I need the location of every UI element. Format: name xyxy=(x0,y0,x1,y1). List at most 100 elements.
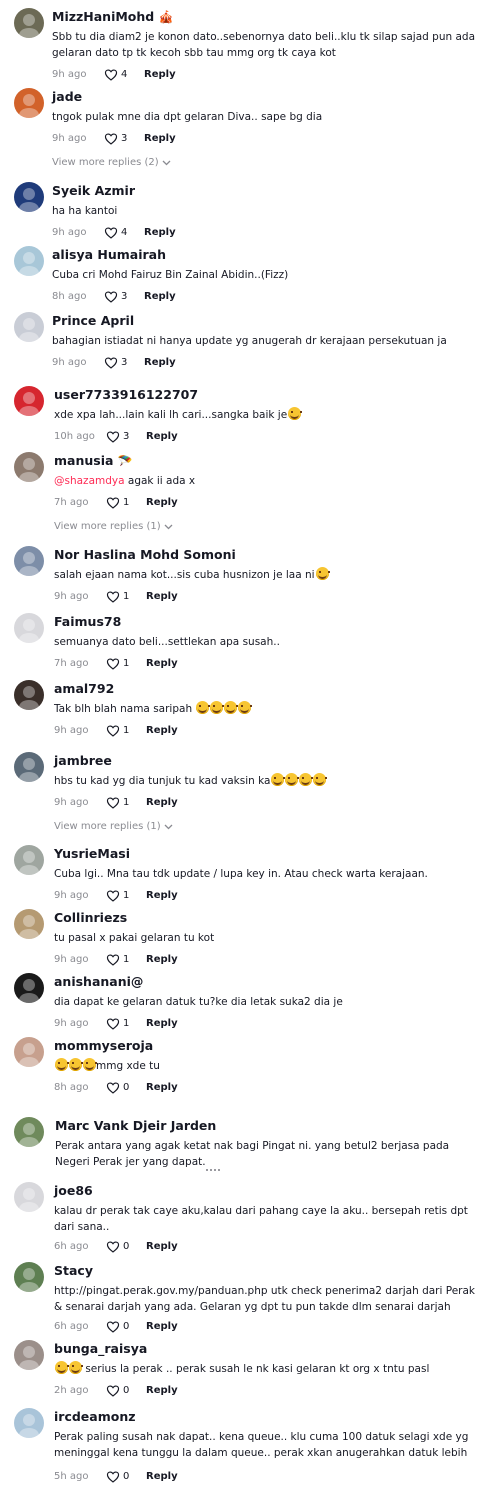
username-text[interactable]: anishanani@ xyxy=(54,974,143,989)
heart-icon[interactable] xyxy=(104,132,118,146)
avatar[interactable] xyxy=(14,1182,44,1212)
avatar[interactable] xyxy=(14,1408,44,1438)
heart-icon[interactable] xyxy=(104,68,118,82)
username[interactable]: joe86 xyxy=(54,1182,492,1200)
reply-button[interactable]: Reply xyxy=(144,69,176,80)
view-more-replies-button[interactable]: View more replies (2) xyxy=(52,157,171,168)
reply-button[interactable]: Reply xyxy=(146,890,178,901)
username[interactable]: amal792 xyxy=(54,680,492,698)
reply-button[interactable]: Reply xyxy=(146,1082,178,1093)
username[interactable]: Prince April xyxy=(52,312,492,330)
heart-icon[interactable] xyxy=(106,1384,120,1398)
username-text[interactable]: Prince April xyxy=(52,313,134,328)
username-text[interactable]: Marc Vank Djeir Jarden xyxy=(55,1118,216,1133)
username[interactable]: mommyseroja xyxy=(54,1037,492,1055)
heart-icon[interactable] xyxy=(106,889,120,903)
reply-button[interactable]: Reply xyxy=(146,1241,178,1252)
heart-icon[interactable] xyxy=(106,430,120,444)
heart-icon[interactable] xyxy=(106,657,120,671)
username-text[interactable]: Faimus78 xyxy=(54,614,121,629)
view-more-replies-label[interactable]: View more replies (1) xyxy=(54,521,161,532)
reply-button[interactable]: Reply xyxy=(146,1018,178,1029)
username-text[interactable]: Collinriezs xyxy=(54,910,127,925)
reply-button[interactable]: Reply xyxy=(144,133,176,144)
username[interactable]: user7733916122707 xyxy=(54,386,492,404)
avatar[interactable] xyxy=(14,1037,44,1067)
reply-button[interactable]: Reply xyxy=(144,291,176,302)
heart-icon[interactable] xyxy=(106,1017,120,1031)
username[interactable]: Stacy xyxy=(54,1262,492,1280)
reply-button[interactable]: Reply xyxy=(146,1321,178,1332)
avatar[interactable] xyxy=(14,386,44,416)
reply-button[interactable]: Reply xyxy=(146,658,178,669)
username-text[interactable]: bunga_raisya xyxy=(54,1341,147,1356)
username[interactable]: jambree xyxy=(54,752,492,770)
avatar[interactable] xyxy=(14,546,44,576)
username-text[interactable]: joe86 xyxy=(54,1183,93,1198)
username-text[interactable]: Stacy xyxy=(54,1263,93,1278)
username-text[interactable]: Syeik Azmir xyxy=(52,183,135,198)
reply-button[interactable]: Reply xyxy=(146,431,178,442)
avatar[interactable] xyxy=(14,680,44,710)
avatar[interactable] xyxy=(14,845,44,875)
avatar[interactable] xyxy=(14,88,44,118)
username-text[interactable]: user7733916122707 xyxy=(54,387,198,402)
reply-button[interactable]: Reply xyxy=(144,227,176,238)
avatar[interactable] xyxy=(14,312,44,342)
reply-button[interactable]: Reply xyxy=(146,497,178,508)
avatar[interactable] xyxy=(14,973,44,1003)
reply-button[interactable]: Reply xyxy=(146,725,178,736)
username[interactable]: Nor Haslina Mohd Somoni xyxy=(54,546,492,564)
avatar[interactable] xyxy=(14,613,44,643)
username-text[interactable]: amal792 xyxy=(54,681,114,696)
avatar[interactable] xyxy=(14,1262,44,1292)
view-more-replies-label[interactable]: View more replies (1) xyxy=(54,821,161,832)
username[interactable]: Collinriezs xyxy=(54,909,492,927)
username[interactable]: Syeik Azmir xyxy=(52,182,492,200)
username-text[interactable]: jade xyxy=(52,89,82,104)
heart-icon[interactable] xyxy=(106,1081,120,1095)
heart-icon[interactable] xyxy=(104,226,118,240)
avatar[interactable] xyxy=(14,1117,44,1147)
username-text[interactable]: mommyseroja xyxy=(54,1038,153,1053)
heart-icon[interactable] xyxy=(106,1470,120,1484)
avatar[interactable] xyxy=(14,8,44,38)
username-text[interactable]: ircdeamonz xyxy=(54,1409,136,1424)
username-text[interactable]: Nor Haslina Mohd Somoni xyxy=(54,547,236,562)
username-text[interactable]: alisya Humairah xyxy=(52,247,166,262)
view-more-replies-label[interactable]: View more replies (2) xyxy=(52,157,159,168)
username[interactable]: bunga_raisya xyxy=(54,1340,492,1358)
avatar[interactable] xyxy=(14,182,44,212)
username[interactable]: manusia 🪂 xyxy=(54,452,492,470)
username-text[interactable]: MizzHaniMohd xyxy=(52,9,154,24)
heart-icon[interactable] xyxy=(106,953,120,967)
heart-icon[interactable] xyxy=(106,724,120,738)
username[interactable]: MizzHaniMohd 🎪 xyxy=(52,8,492,26)
avatar[interactable] xyxy=(14,1340,44,1370)
heart-icon[interactable] xyxy=(104,356,118,370)
reply-button[interactable]: Reply xyxy=(144,357,176,368)
username[interactable]: YusrieMasi xyxy=(54,845,492,863)
username[interactable]: ircdeamonz xyxy=(54,1408,492,1426)
reply-button[interactable]: Reply xyxy=(146,1471,178,1482)
username-text[interactable]: jambree xyxy=(54,753,112,768)
heart-icon[interactable] xyxy=(104,290,118,304)
avatar[interactable] xyxy=(14,246,44,276)
mention-link[interactable]: @shazamdya xyxy=(54,475,125,487)
username[interactable]: Faimus78 xyxy=(54,613,492,631)
heart-icon[interactable] xyxy=(106,590,120,604)
heart-icon[interactable] xyxy=(106,1320,120,1334)
heart-icon[interactable] xyxy=(106,796,120,810)
username-text[interactable]: manusia xyxy=(54,453,113,468)
reply-button[interactable]: Reply xyxy=(146,1385,178,1396)
reply-button[interactable]: Reply xyxy=(146,954,178,965)
username[interactable]: anishanani@ xyxy=(54,973,492,991)
view-more-replies-button[interactable]: View more replies (1) xyxy=(54,821,173,832)
avatar[interactable] xyxy=(14,909,44,939)
username[interactable]: Marc Vank Djeir Jarden xyxy=(55,1117,492,1135)
avatar[interactable] xyxy=(14,752,44,782)
view-more-replies-button[interactable]: View more replies (1) xyxy=(54,521,173,532)
username[interactable]: jade xyxy=(52,88,492,106)
reply-button[interactable]: Reply xyxy=(146,797,178,808)
username[interactable]: alisya Humairah xyxy=(52,246,492,264)
